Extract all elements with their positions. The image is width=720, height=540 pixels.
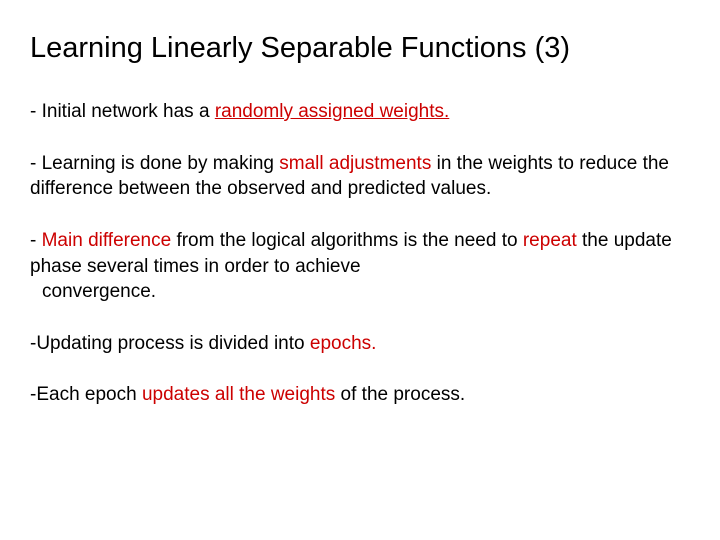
text-fragment: convergence.	[42, 281, 156, 302]
highlight-repeat: repeat	[523, 230, 577, 251]
bullet-initial-network: - Initial network has a randomly assigne…	[30, 99, 690, 125]
bullet-epochs: -Updating process is divided into epochs…	[30, 331, 690, 357]
highlight-small-adjustments: small adjustments	[279, 153, 431, 174]
slide-body: - Initial network has a randomly assigne…	[30, 99, 690, 408]
text-fragment: of the process.	[335, 384, 465, 405]
slide: Learning Linearly Separable Functions (3…	[0, 0, 720, 540]
text-fragment: - Initial network has a	[30, 101, 215, 122]
bullet-each-epoch: -Each epoch updates all the weights of t…	[30, 382, 690, 408]
text-fragment: -	[30, 230, 42, 251]
text-fragment: from the logical algorithms is the need …	[171, 230, 523, 251]
text-fragment: -Each epoch	[30, 384, 142, 405]
highlight-updates-weights: updates all the weights	[142, 384, 335, 405]
text-fragment: - Learning is done by making	[30, 153, 279, 174]
text-fragment: -Updating process is divided into	[30, 333, 310, 354]
highlight-epochs: epochs.	[310, 333, 377, 354]
highlight-main-difference: Main difference	[42, 230, 172, 251]
bullet-learning-adjustments: - Learning is done by making small adjus…	[30, 151, 690, 202]
highlight-random-weights: randomly assigned weights.	[215, 101, 449, 122]
slide-title: Learning Linearly Separable Functions (3…	[30, 32, 690, 65]
bullet-main-difference: - Main difference from the logical algor…	[30, 228, 690, 305]
